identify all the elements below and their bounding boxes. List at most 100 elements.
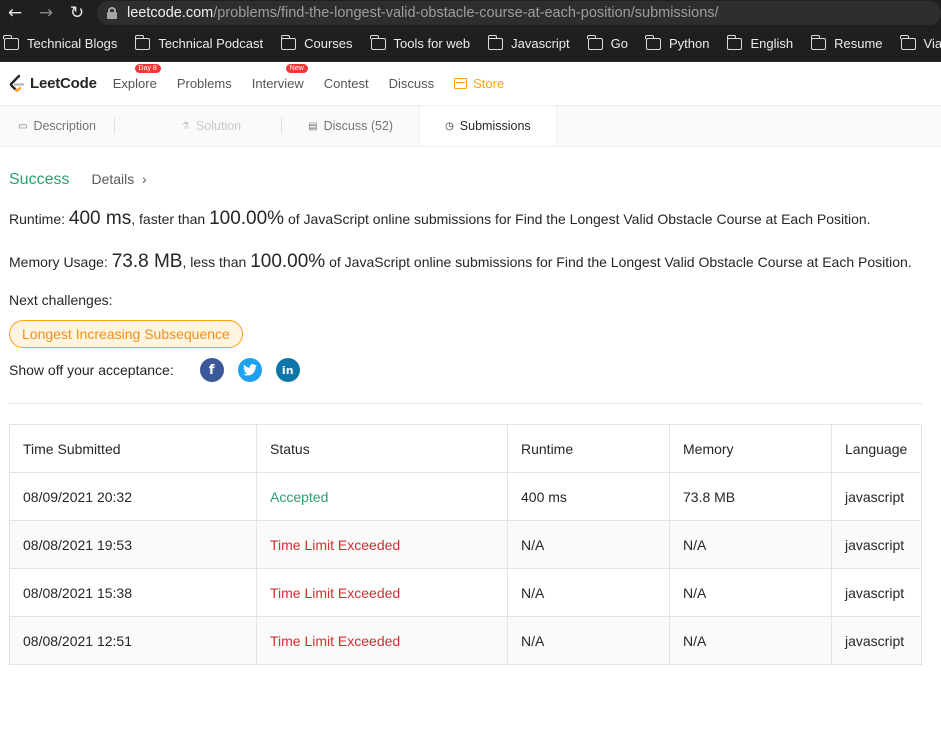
runtime-stat: Runtime: 400 ms, faster than 100.00% of …	[9, 208, 871, 229]
folder-icon	[134, 34, 151, 50]
table-row: 08/08/2021 12:51 Time Limit Exceeded N/A…	[9, 616, 922, 665]
bookmark-python[interactable]: Python	[645, 34, 709, 51]
share-row: Show off your acceptance: f in	[9, 358, 922, 382]
comment-icon: ▤	[308, 120, 318, 132]
cell-runtime: N/A	[507, 520, 670, 569]
bookmark-technical-blogs[interactable]: Technical Blogs	[3, 34, 117, 51]
bookmark-viatick[interactable]: Viatick	[899, 34, 941, 51]
folder-icon	[726, 34, 743, 50]
chevron-right-icon: ›	[142, 171, 147, 187]
submissions-table: Time Submitted Status Runtime Memory Lan…	[9, 424, 922, 665]
browser-toolbar: ← → ↻ leetcode.com/problems/find-the-lon…	[0, 0, 941, 26]
bookmark-javascript[interactable]: Javascript	[487, 34, 570, 51]
folder-icon	[369, 34, 386, 50]
explore-badge: Day 8	[134, 64, 161, 73]
folder-icon	[3, 34, 19, 50]
bookmark-english[interactable]: English	[726, 34, 793, 51]
bookmark-technical-podcast[interactable]: Technical Podcast	[134, 34, 263, 51]
folder-icon	[487, 34, 504, 50]
reload-icon[interactable]: ↻	[66, 2, 88, 24]
runtime-value: 400 ms	[68, 208, 132, 229]
folder-icon	[645, 34, 661, 50]
cell-runtime: 400 ms	[507, 472, 670, 521]
cell-memory: N/A	[669, 520, 832, 569]
cell-memory: N/A	[669, 568, 832, 617]
twitter-bird-icon	[242, 364, 257, 376]
nav-contest[interactable]: Contest	[324, 76, 369, 91]
description-icon: ▭	[18, 120, 28, 132]
table-row: 08/08/2021 15:38 Time Limit Exceeded N/A…	[9, 568, 922, 617]
nav-problems[interactable]: Problems	[177, 76, 232, 91]
table-header-row: Time Submitted Status Runtime Memory Lan…	[9, 424, 922, 473]
cell-time: 08/09/2021 20:32	[9, 472, 257, 521]
status-link[interactable]: Time Limit Exceeded	[256, 568, 508, 617]
cell-time: 08/08/2021 19:53	[9, 520, 257, 569]
bookmark-tools-for-web[interactable]: Tools for web	[369, 34, 470, 51]
memory-value: 73.8 MB	[111, 251, 183, 272]
lock-icon	[107, 7, 117, 19]
folder-icon	[587, 34, 603, 50]
col-status: Status	[256, 424, 508, 473]
bookmark-resume[interactable]: Resume	[810, 34, 883, 51]
tab-description[interactable]: ▭ Description	[0, 106, 114, 146]
leetcode-logo[interactable]: LeetCode	[8, 74, 97, 94]
problem-tabs: ▭ Description ⚗ Solution ▤ Discuss (52) …	[0, 106, 941, 147]
cell-runtime: N/A	[507, 568, 670, 617]
challenge-tag[interactable]: Longest Increasing Subsequence	[9, 320, 243, 348]
memory-stat: Memory Usage: 73.8 MB, less than 100.00%…	[9, 251, 912, 272]
nav-discuss[interactable]: Discuss	[389, 76, 435, 91]
cell-runtime: N/A	[507, 616, 670, 665]
tab-solution: ⚗ Solution	[180, 119, 242, 133]
flask-icon: ⚗	[180, 120, 190, 132]
logo-text: LeetCode	[30, 75, 97, 92]
next-challenges-label: Next challenges:	[9, 292, 113, 308]
status-link[interactable]: Time Limit Exceeded	[256, 520, 508, 569]
cell-language: javascript	[831, 472, 922, 521]
status-link[interactable]: Time Limit Exceeded	[256, 616, 508, 665]
folder-icon	[810, 34, 827, 50]
cell-time: 08/08/2021 15:38	[9, 568, 257, 617]
leetcode-logo-icon	[9, 74, 25, 92]
forward-arrow-icon[interactable]: →	[35, 2, 57, 24]
col-language: Language	[831, 424, 922, 473]
folder-icon	[280, 34, 297, 50]
col-memory: Memory	[669, 424, 832, 473]
address-bar[interactable]: leetcode.com/problems/find-the-longest-v…	[97, 1, 941, 25]
tab-discuss[interactable]: ▤ Discuss (52)	[282, 106, 419, 146]
bookmarks-bar: Technical Blogs Technical Podcast Course…	[0, 26, 941, 62]
url-path: /problems/find-the-longest-valid-obstacl…	[213, 5, 719, 21]
url-host: leetcode.com	[127, 5, 214, 21]
status-link[interactable]: Accepted	[256, 472, 508, 521]
cell-language: javascript	[831, 568, 922, 617]
table-row: 08/08/2021 19:53 Time Limit Exceeded N/A…	[9, 520, 922, 569]
cell-memory: 73.8 MB	[669, 472, 832, 521]
cell-language: javascript	[831, 520, 922, 569]
divider	[9, 403, 922, 404]
cell-language: javascript	[831, 616, 922, 665]
details-link[interactable]: Details ›	[91, 171, 146, 187]
cell-memory: N/A	[669, 616, 832, 665]
nav-interview[interactable]: Interview New	[252, 64, 308, 91]
col-time-submitted: Time Submitted	[9, 424, 257, 473]
table-row: 08/09/2021 20:32 Accepted 400 ms 73.8 MB…	[9, 472, 922, 521]
interview-badge: New	[285, 64, 308, 73]
store-icon	[454, 78, 468, 89]
bookmark-courses[interactable]: Courses	[280, 34, 353, 51]
cell-time: 08/08/2021 12:51	[9, 616, 257, 665]
twitter-icon[interactable]	[237, 358, 262, 382]
result-status: Success	[9, 171, 70, 188]
back-arrow-icon[interactable]: ←	[4, 2, 26, 24]
nav-store[interactable]: Store	[454, 76, 504, 91]
share-label: Show off your acceptance:	[9, 362, 174, 378]
bookmark-go[interactable]: Go	[587, 34, 628, 51]
linkedin-icon[interactable]: in	[275, 358, 300, 382]
submission-result: Success Details › Runtime: 400 ms, faste…	[0, 171, 941, 665]
runtime-percentile: 100.00%	[209, 208, 285, 229]
folder-icon	[899, 34, 916, 50]
clock-icon: ◷	[445, 120, 454, 132]
nav-explore[interactable]: Explore Day 8	[113, 64, 161, 91]
col-runtime: Runtime	[507, 424, 670, 473]
tab-submissions[interactable]: ◷ Submissions	[419, 106, 557, 146]
facebook-icon[interactable]: f	[199, 358, 224, 382]
memory-percentile: 100.00%	[250, 251, 326, 272]
